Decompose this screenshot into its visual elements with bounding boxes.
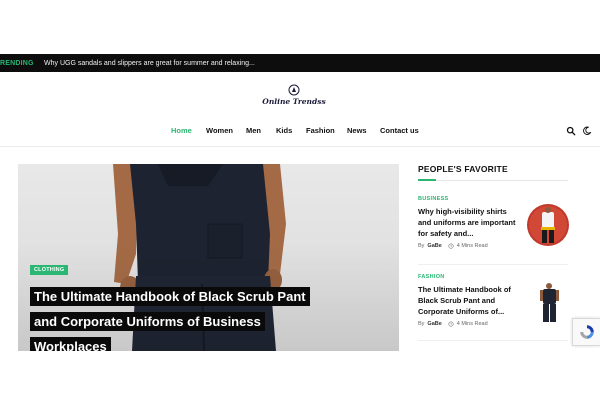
nav-item-news[interactable]: News [347, 126, 367, 135]
moon-icon[interactable] [582, 126, 592, 136]
trending-bar: RENDING Why UGG sandals and slippers are… [0, 54, 600, 72]
card-category[interactable]: FASHION [418, 274, 570, 280]
hero-category-badge[interactable]: CLOTHING [30, 265, 69, 275]
nav-item-contact[interactable]: Contact us [380, 126, 419, 135]
hero-title-line-2[interactable]: and Corporate Uniforms of Business [30, 312, 265, 331]
card-read-time: 4 Mins Read [456, 321, 488, 327]
card-author[interactable]: GaBe [427, 243, 441, 249]
card-separator [418, 264, 568, 265]
search-icon[interactable] [566, 126, 576, 136]
recaptcha-badge[interactable] [572, 318, 600, 346]
trending-label: RENDING [0, 59, 34, 67]
recaptcha-icon [580, 325, 594, 339]
nav-item-fashion[interactable]: Fashion [306, 126, 335, 135]
nav-item-home[interactable]: Home [171, 126, 192, 135]
nav-item-kids[interactable]: Kids [276, 126, 292, 135]
site-logo[interactable]: Online Trendss [256, 84, 332, 108]
nav-divider [0, 146, 600, 147]
sidebar-title-line [418, 180, 568, 181]
main-nav: Home Women Men Kids Fashion News Contact… [0, 126, 600, 138]
card-read-time: 4 Mins Read [456, 243, 488, 249]
hero-article[interactable]: CLOTHING The Ultimate Handbook of Black … [18, 164, 399, 351]
card-author[interactable]: GaBe [427, 321, 441, 327]
logo-mark-icon [288, 84, 300, 96]
sidebar-title: PEOPLE'S FAVORITE [418, 164, 508, 174]
hero-title[interactable]: The Ultimate Handbook of Black Scrub Pan… [30, 284, 330, 351]
clock-icon [448, 243, 454, 249]
card-1-thumbnail[interactable] [527, 204, 569, 246]
card-by: By [418, 243, 425, 249]
hero-title-line-3[interactable]: Workplaces [30, 337, 111, 351]
logo-text: Online Trendss [262, 97, 326, 106]
card-category[interactable]: BUSINESS [418, 196, 570, 202]
card-separator [418, 340, 568, 341]
card-by: By [418, 321, 425, 327]
sidebar-title-accent [418, 179, 436, 181]
nav-item-women[interactable]: Women [206, 126, 233, 135]
card-title[interactable]: Why high-visibility shirts and uniforms … [418, 206, 518, 239]
nav-item-men[interactable]: Men [246, 126, 261, 135]
card-2-thumbnail[interactable] [530, 282, 572, 324]
page: RENDING Why UGG sandals and slippers are… [0, 0, 600, 409]
hero-title-line-1[interactable]: The Ultimate Handbook of Black Scrub Pan… [30, 287, 310, 306]
clock-icon [448, 321, 454, 327]
trending-headline-link[interactable]: Why UGG sandals and slippers are great f… [44, 60, 255, 67]
card-title[interactable]: The Ultimate Handbook of Black Scrub Pan… [418, 284, 518, 317]
